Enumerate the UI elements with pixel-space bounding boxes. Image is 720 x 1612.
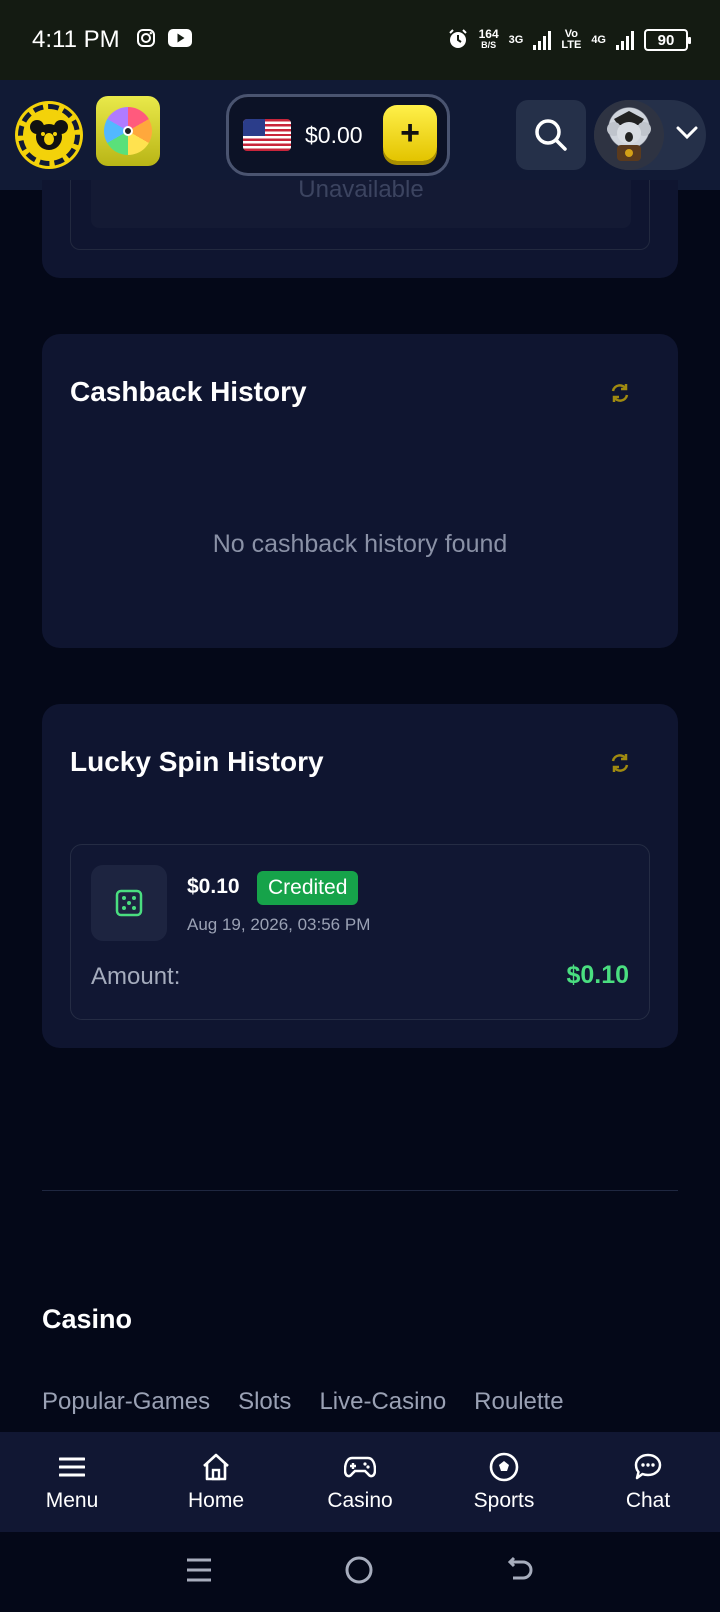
lucky-wheel-button[interactable] [96,96,160,166]
lucky-wheel-icon [104,107,152,155]
signal-icon-2 [616,30,634,50]
volte-indicator: Vo LTE [561,28,582,51]
avatar [594,100,664,170]
app-header: $0.00 + [0,80,720,190]
lucky-spin-history-card: Lucky Spin History $0.10 Credited Aug 19… [42,704,678,1048]
nav-casino[interactable]: Casino [288,1432,432,1532]
divider [42,1190,678,1191]
amount-value: $0.10 [566,961,629,989]
nav-label: Home [187,1489,245,1512]
bonus-card: Unavailable [42,180,678,278]
entry-date: Aug 19, 2026, 03:56 PM [187,915,371,934]
refresh-icon[interactable] [608,381,632,405]
youtube-icon [167,28,192,52]
entry-amount: $0.10 [187,875,240,898]
refresh-icon[interactable] [608,751,632,775]
footer-link-live-casino[interactable]: Live-Casino [319,1388,446,1416]
dice-icon-box [91,865,167,941]
us-flag-icon[interactable] [243,119,291,151]
nav-home[interactable]: Home [144,1432,288,1532]
bottom-nav: Menu Home Casino Sports Chat [0,1432,720,1532]
empty-state-message: No cashback history found [212,530,508,558]
chat-icon [632,1451,664,1483]
deposit-button[interactable]: + [383,105,437,161]
nav-sports[interactable]: Sports [432,1432,576,1532]
nav-label: Sports [473,1489,535,1512]
cashback-history-title: Cashback History [70,376,307,407]
amount-label: Amount: [91,963,181,990]
status-badge: Credited [257,871,359,905]
instagram-icon [136,28,156,53]
profile-menu-button[interactable] [594,100,706,170]
home-icon [200,1451,232,1483]
footer-link-slots[interactable]: Slots [238,1388,291,1416]
soccer-ball-icon [488,1451,520,1483]
balance-amount: $0.00 [305,121,363,148]
alarm-icon [447,28,469,53]
balance-widget[interactable]: $0.00 + [226,94,450,176]
network-type-4g: 4G [591,33,606,46]
nav-label: Chat [625,1489,671,1512]
spin-history-entry: $0.10 Credited Aug 19, 2026, 03:56 PM Am… [70,844,650,1020]
nav-menu[interactable]: Menu [0,1432,144,1532]
recent-apps-icon[interactable] [185,1557,213,1588]
cashback-history-card: Cashback History No cashback history fou… [42,334,678,648]
signal-icon [533,30,552,50]
unavailable-button: Unavailable [91,180,631,228]
nav-label: Menu [45,1489,99,1512]
status-time: 4:11 PM [32,26,120,53]
koala-logo[interactable] [18,104,80,166]
footer-links: Popular-Games Slots Live-Casino Roulette [42,1388,564,1416]
status-bar: 4:11 PM 164 B/S 3G Vo LTE 4G 90 [0,0,720,80]
bonus-inner-box: Unavailable [70,180,650,250]
battery-icon: 90 [644,29,691,51]
footer-section-title: Casino [42,1304,133,1334]
footer-link-roulette[interactable]: Roulette [474,1388,563,1416]
back-icon[interactable] [505,1556,535,1589]
search-icon [535,119,567,151]
network-type-3g: 3G [508,33,524,46]
system-nav-bar [0,1532,720,1612]
footer-link-popular-games[interactable]: Popular-Games [42,1388,210,1416]
home-circle-icon[interactable] [344,1555,374,1590]
lucky-spin-history-title: Lucky Spin History [70,746,324,777]
nav-chat[interactable]: Chat [576,1432,720,1532]
search-button[interactable] [516,100,586,170]
menu-icon [56,1451,88,1483]
dice-icon [115,889,143,917]
nav-label: Casino [327,1489,393,1512]
network-speed: 164 B/S [478,27,499,50]
gamepad-icon [344,1451,376,1483]
chevron-down-icon [676,126,698,145]
